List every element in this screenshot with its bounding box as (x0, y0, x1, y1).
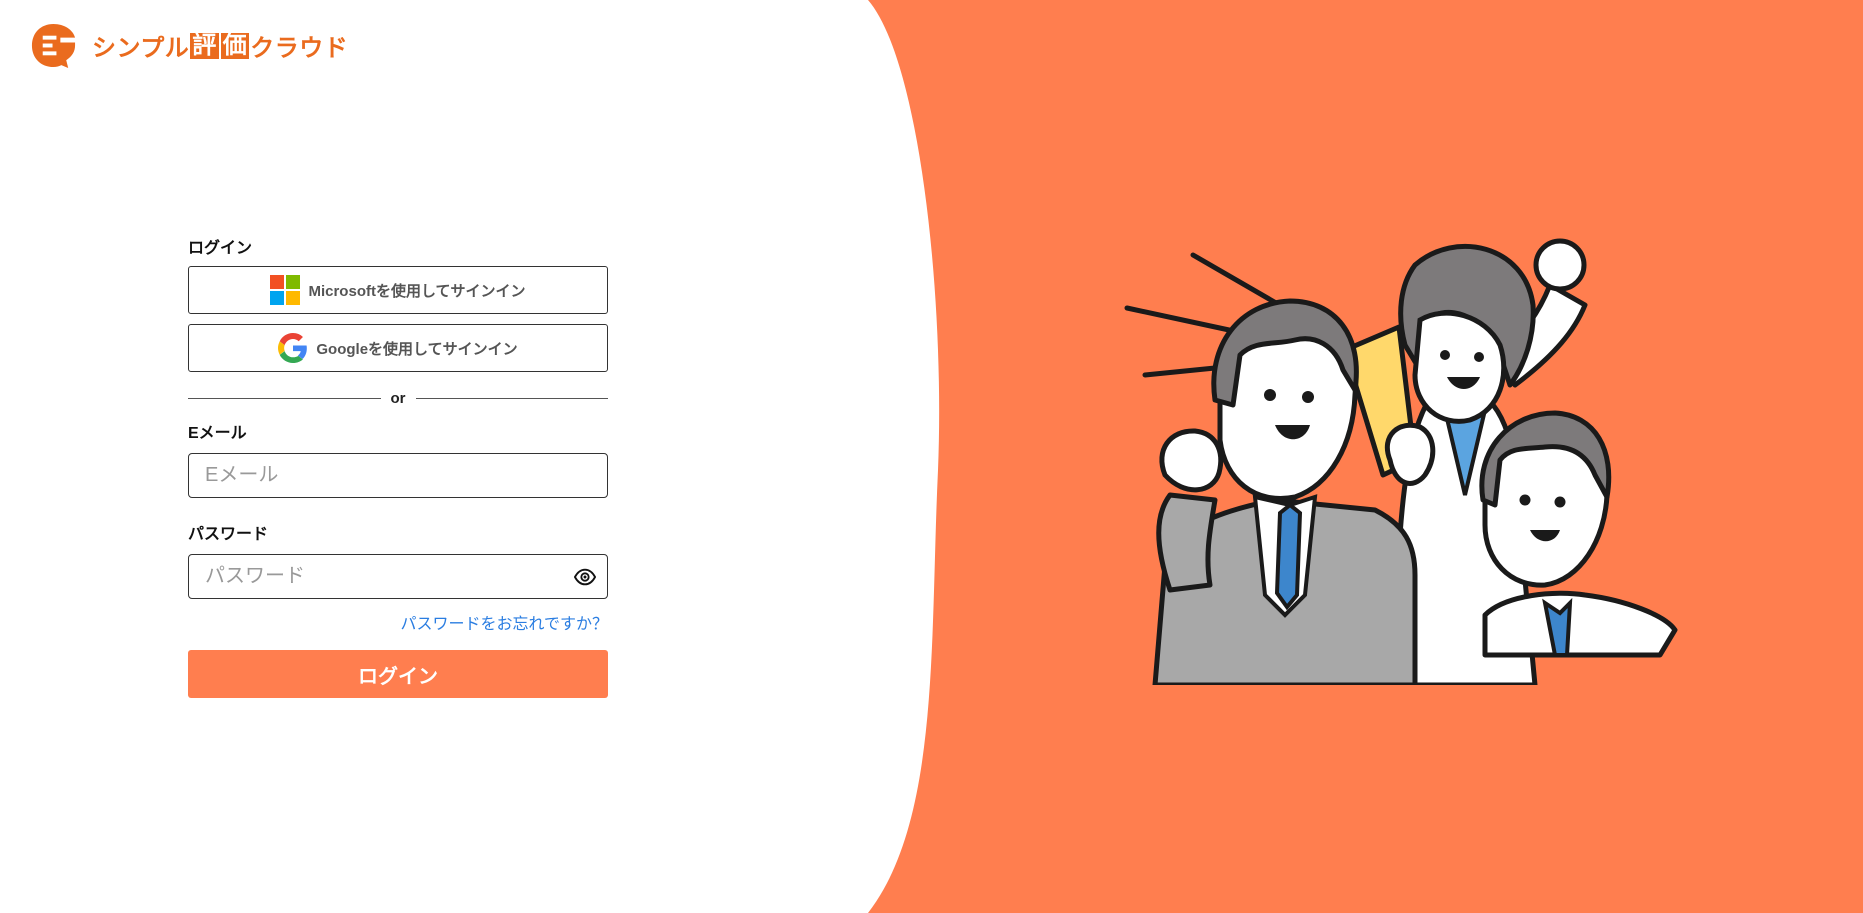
brand-name: シンプル 評 価 クラウド (92, 28, 348, 63)
password-label: パスワード (188, 526, 269, 543)
google-logo-icon (278, 333, 308, 363)
google-signin-button[interactable]: Googleを使用してサインイン (188, 324, 608, 372)
divider-line-right (415, 398, 608, 399)
login-submit-button[interactable]: ログイン (188, 650, 608, 698)
password-field[interactable] (188, 554, 608, 599)
speech-bubble-e-icon (31, 23, 76, 69)
brand-name-part1: シンプル (92, 35, 190, 62)
microsoft-signin-label: Microsoftを使用してサインイン (308, 282, 526, 300)
three-business-people-cheering-icon (1124, 238, 1678, 685)
man-right-figure (1479, 410, 1678, 658)
brand-name-box1: 評 (190, 31, 219, 59)
password-field-wrapper (188, 554, 608, 599)
brand-name-part2: クラウド (250, 35, 349, 62)
email-field[interactable] (188, 453, 608, 498)
email-field-wrapper (188, 453, 608, 498)
brand-name-box2: 価 (220, 31, 250, 59)
login-form: ログイン Microsoftを使用してサインイン Googleを使用してサインイ… (188, 234, 608, 698)
login-page: シンプル 評 価 クラウド ログイン Microsoftを使用してサインイン G… (0, 0, 1863, 913)
email-label: Eメール (188, 425, 247, 442)
login-title: ログイン (188, 240, 253, 257)
brand-logo[interactable]: シンプル 評 価 クラウド (29, 21, 348, 70)
eye-icon[interactable] (574, 566, 596, 588)
google-signin-label: Googleを使用してサインイン (316, 340, 518, 358)
microsoft-signin-button[interactable]: Microsoftを使用してサインイン (188, 266, 608, 314)
forgot-password-link[interactable]: パスワードをお忘れですか？ (400, 616, 608, 633)
microsoft-logo-icon (270, 275, 301, 305)
or-divider: or (188, 390, 608, 407)
forgot-password-row: パスワードをお忘れですか？ (188, 610, 608, 634)
divider-line-left (188, 398, 381, 399)
divider-text: or (390, 390, 406, 407)
